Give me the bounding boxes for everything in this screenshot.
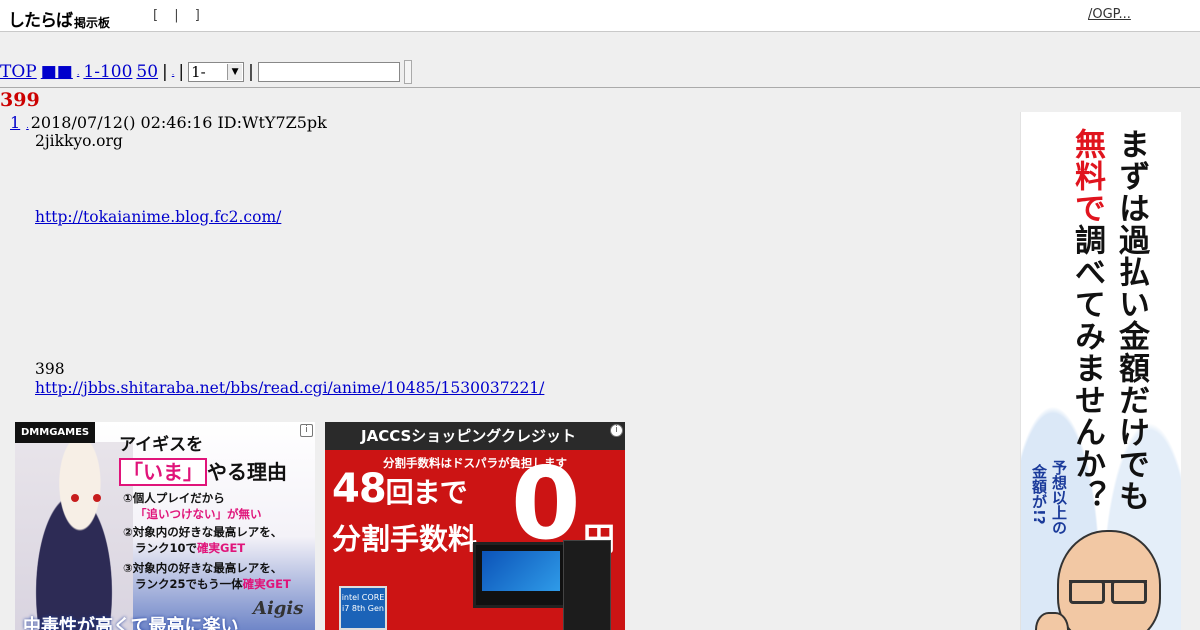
jaccs-installments-number: 48 bbox=[332, 466, 387, 512]
monitor-icon bbox=[473, 542, 569, 608]
character-illustration bbox=[15, 442, 133, 630]
nav-top-link[interactable]: TOP bbox=[0, 62, 37, 82]
nav-range-link[interactable]: 1-100 bbox=[83, 62, 132, 82]
thread-title: 399 bbox=[0, 89, 40, 111]
post-number-link[interactable]: 1 bbox=[10, 113, 20, 132]
post-line-text: 2jikkyo.org bbox=[35, 132, 123, 150]
post-meta-text: 2018/07/12() 02:46:16 ID:WtY7Z5pk bbox=[30, 113, 327, 132]
jaccs-installments-suffix: 回まで bbox=[385, 476, 468, 509]
dmm-games-logo: DMMGAMES bbox=[15, 422, 96, 443]
nav-separator-3: | bbox=[248, 62, 254, 82]
game-point-1: ①個人プレイだから bbox=[123, 491, 225, 505]
ogp-link-text: /OGP... bbox=[1088, 7, 1131, 22]
game-point-3b: ランク25でもう一体確実GET bbox=[135, 576, 291, 592]
thread-nav-bar: TOP ■■ . 1-100 50 | . | 1- ▼ | bbox=[0, 57, 1200, 87]
logo-main-text: したらば bbox=[8, 11, 73, 31]
jaccs-ad-banner[interactable]: JACCSショッピングクレジット i 分割手数料はドスパラが負担します 48回ま… bbox=[325, 422, 625, 630]
nav-dot-link[interactable]: . bbox=[77, 68, 80, 77]
range-select-value: 1- bbox=[191, 63, 206, 81]
side-ad-headline-rest: 調べてみませんか？ bbox=[1069, 224, 1105, 512]
game-ad-headline: アイギスを bbox=[119, 435, 204, 455]
logo-sub-text: 掲示板 bbox=[74, 16, 111, 30]
game-point-2b-text: ランク10で bbox=[135, 541, 198, 555]
game-ad-emphasis: 「いま」 bbox=[119, 458, 207, 486]
character-eye bbox=[93, 494, 101, 502]
site-logo[interactable]: したらば 掲示板 bbox=[8, 6, 110, 31]
game-point-2b-emph: 確実GET bbox=[197, 541, 246, 555]
game-point-3b-text: ランク25でもう一体 bbox=[135, 577, 243, 591]
search-button[interactable] bbox=[403, 60, 412, 84]
ad-info-icon[interactable]: i bbox=[610, 424, 623, 437]
side-ad-note-2: 金額が!? bbox=[1030, 464, 1048, 525]
nav-separator: | bbox=[162, 62, 168, 82]
game-point-2b: ランク10で確実GET bbox=[135, 540, 245, 556]
nav-dot-link-2[interactable]: . bbox=[172, 68, 175, 77]
side-ad-headline-2: 無料で調べてみませんか？ bbox=[1065, 128, 1110, 512]
post-link-2[interactable]: http://jbbs.shitaraba.net/bbs/read.cgi/a… bbox=[35, 379, 544, 397]
game-point-3b-emph: 確実GET bbox=[242, 577, 291, 591]
character-eye bbox=[71, 494, 79, 502]
side-ad-headline: まずは過払い金額だけでも bbox=[1113, 128, 1149, 512]
ogp-link[interactable]: /OGP... bbox=[1088, 7, 1181, 22]
post-line-text-2: 398 bbox=[35, 360, 65, 378]
site-header: したらば 掲示板 [ | ] /OGP... bbox=[0, 0, 1200, 32]
jaccs-installments: 48回まで bbox=[332, 466, 468, 512]
side-ad-banner[interactable]: まずは過払い金額だけでも 無料で調べてみませんか？ 予想以上の 金額が!? bbox=[1020, 112, 1181, 630]
game-ad-headline-2: 「いま」 やる理由 bbox=[119, 456, 287, 486]
intel-badge: intel CORE i7 8th Gen bbox=[339, 586, 387, 630]
game-ad-banner[interactable]: DMMGAMES i アイギスを 「いま」 やる理由 ①個人プレイだから 「追いつ… bbox=[15, 422, 315, 630]
aigis-logo: Aigis bbox=[253, 598, 304, 619]
glasses-icon bbox=[1069, 580, 1147, 604]
ad-info-icon[interactable]: i bbox=[300, 424, 313, 437]
post-link-1[interactable]: http://tokaianime.blog.fc2.com/ bbox=[35, 208, 281, 226]
jaccs-zero: 0 bbox=[511, 445, 581, 562]
game-ad-footer: 中毒性が高くて最高に楽い bbox=[23, 616, 239, 630]
nav-last-link[interactable]: 50 bbox=[136, 62, 158, 82]
nav-separator-2: | bbox=[178, 62, 185, 82]
search-input[interactable] bbox=[257, 62, 400, 82]
side-ad-emphasis: 無料で bbox=[1069, 128, 1105, 224]
game-point-1b: 「追いつけない」が無い bbox=[135, 507, 262, 521]
nav-board-link[interactable]: ■■ bbox=[41, 62, 73, 82]
game-ad-headline-rest: やる理由 bbox=[207, 460, 287, 484]
dropdown-arrow-icon[interactable]: ▼ bbox=[227, 64, 243, 80]
jaccs-fee-text: 分割手数料 bbox=[332, 522, 478, 556]
nav-divider bbox=[0, 87, 1200, 88]
side-ad-note: 予想以上の bbox=[1050, 460, 1068, 535]
pc-tower-icon bbox=[563, 540, 611, 630]
range-select[interactable]: 1- ▼ bbox=[188, 62, 245, 82]
post-dot-link[interactable]: . bbox=[26, 121, 29, 130]
game-point-3: ③対象内の好きな最高レアを、 bbox=[123, 561, 283, 575]
header-links[interactable]: [ | ] bbox=[153, 8, 206, 23]
game-point-2: ②対象内の好きな最高レアを、 bbox=[123, 525, 283, 539]
post-header: 1. 2018/07/12() 02:46:16 ID:WtY7Z5pk bbox=[10, 113, 327, 132]
